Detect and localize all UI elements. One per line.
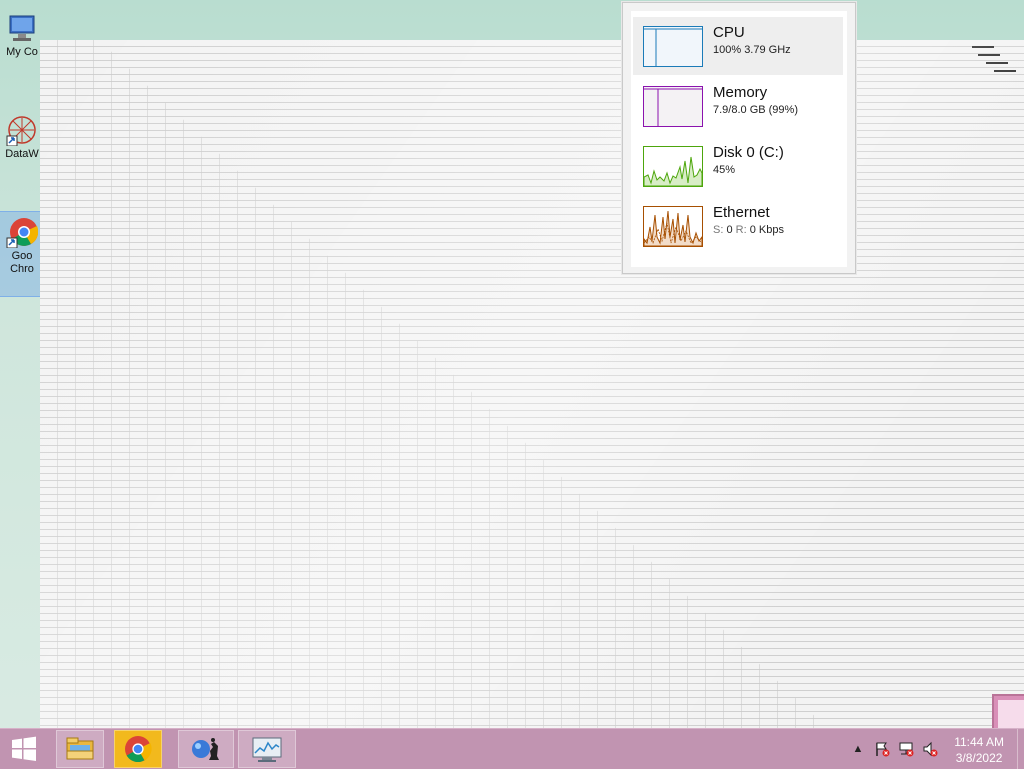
file-explorer-icon — [66, 737, 94, 760]
resource-value: 45% — [713, 164, 736, 176]
resource-name: Disk 0 (C:) — [713, 144, 784, 161]
clock-date: 3/8/2022 — [955, 751, 1003, 765]
send-value: 0 — [726, 224, 733, 236]
taskbar-file-explorer[interactable] — [56, 730, 104, 768]
start-icon — [12, 736, 36, 761]
window-thumbnail-artifact — [992, 694, 1024, 730]
desktop-icon-my-computer[interactable]: My Co — [0, 8, 44, 59]
task-manager-summary[interactable]: CPU 100% 3.79 GHz Memory 7.9/8.0 GB (99%… — [622, 2, 856, 274]
resource-name: Memory — [713, 84, 768, 101]
window-control-artifact — [986, 62, 1008, 68]
glitched-window[interactable] — [40, 40, 1024, 728]
receive-value: 0 Kbps — [749, 224, 784, 236]
desktop-icon-label: DataW — [5, 148, 39, 160]
resource-disk[interactable]: Disk 0 (C:) 45% — [633, 137, 843, 195]
send-label: S: — [713, 224, 724, 236]
taskbar: ▲ 11:44 AM 3/8/2022 — [0, 728, 1024, 769]
chess-app-icon — [192, 738, 219, 760]
chrome-icon — [6, 216, 39, 249]
memory-graph — [643, 86, 703, 127]
resource-list: CPU 100% 3.79 GHz Memory 7.9/8.0 GB (99%… — [631, 11, 847, 267]
resource-ethernet[interactable]: Ethernet S: 0 R: 0 Kbps — [633, 197, 843, 255]
window-control-artifact — [994, 70, 1016, 76]
desktop-icon-label: Chro — [10, 263, 34, 275]
desktop-icon-label: Goo — [11, 250, 33, 262]
cpu-graph — [643, 26, 703, 67]
network-icon[interactable] — [898, 741, 914, 757]
resource-value: S: 0 R: 0 Kbps — [713, 224, 784, 236]
resource-name: Ethernet — [713, 204, 770, 221]
resource-cpu[interactable]: CPU 100% 3.79 GHz — [633, 17, 843, 75]
desktop-icon-google-chrome[interactable]: Goo Chro — [0, 211, 45, 297]
clock-time: 11:44 AM — [954, 735, 1004, 749]
resource-name: CPU — [713, 24, 745, 41]
datawizard-icon — [6, 114, 38, 147]
window-control-artifact — [972, 46, 994, 52]
volume-muted-icon[interactable] — [922, 741, 938, 757]
window-control-artifact — [978, 54, 1000, 60]
resource-monitor-icon — [252, 737, 282, 762]
chrome-icon — [125, 736, 152, 763]
resource-value: 100% 3.79 GHz — [713, 44, 791, 56]
receive-label: R: — [735, 224, 747, 236]
disk-graph — [643, 146, 703, 187]
start-button[interactable] — [0, 730, 48, 768]
desktop-icon-datawizard[interactable]: DataW — [0, 110, 44, 161]
taskbar-chess-app[interactable] — [178, 730, 234, 768]
computer-icon — [6, 12, 38, 44]
action-center-icon[interactable] — [874, 741, 890, 757]
show-desktop-button[interactable] — [1017, 729, 1024, 769]
taskbar-chrome[interactable] — [114, 730, 162, 768]
taskbar-resource-monitor[interactable] — [238, 730, 296, 768]
resource-memory[interactable]: Memory 7.9/8.0 GB (99%) — [633, 77, 843, 135]
show-hidden-icon[interactable]: ▲ — [850, 741, 866, 757]
clock[interactable]: 11:44 AM 3/8/2022 — [954, 734, 1004, 766]
resource-value: 7.9/8.0 GB (99%) — [713, 104, 798, 116]
ethernet-graph — [643, 206, 703, 247]
desktop-icon-label: My Co — [6, 46, 38, 58]
